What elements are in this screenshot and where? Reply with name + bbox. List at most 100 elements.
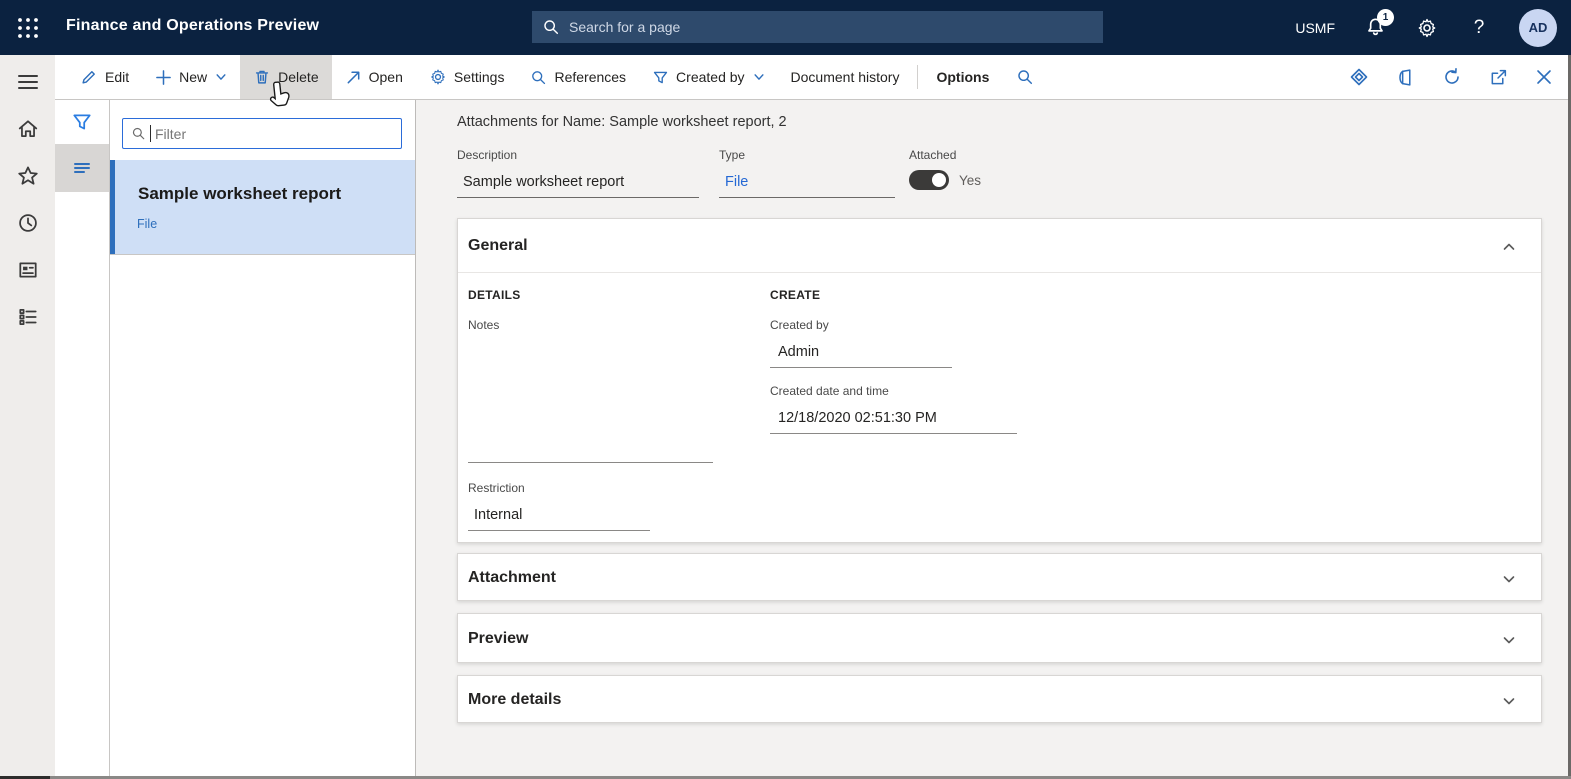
attachments-tool-column bbox=[55, 100, 110, 776]
chevron-up-icon[interactable] bbox=[1502, 240, 1516, 254]
avatar[interactable]: AD bbox=[1519, 8, 1557, 47]
search-icon bbox=[530, 69, 547, 86]
document-history-button[interactable]: Document history bbox=[778, 55, 913, 99]
attached-state-text: Yes bbox=[959, 173, 982, 188]
general-section-title: General bbox=[468, 237, 528, 254]
nav-recent-button[interactable] bbox=[13, 208, 43, 238]
preview-section-card: Preview bbox=[457, 613, 1542, 663]
type-underline bbox=[719, 197, 895, 198]
nav-workspaces-button[interactable] bbox=[13, 255, 43, 285]
open-in-office-button[interactable] bbox=[1396, 68, 1415, 87]
find-button[interactable] bbox=[1002, 68, 1048, 86]
form-window-icon bbox=[17, 259, 39, 281]
created-datetime-value[interactable]: 12/18/2020 02:51:30 PM bbox=[778, 410, 937, 426]
more-details-section-card: More details bbox=[457, 675, 1542, 723]
restriction-label: Restriction bbox=[468, 481, 525, 495]
references-button[interactable]: References bbox=[517, 55, 639, 99]
app-launcher-button[interactable] bbox=[0, 0, 55, 55]
open-in-new-window-icon bbox=[1489, 68, 1508, 87]
question-mark-icon: ? bbox=[1473, 16, 1485, 38]
restriction-value[interactable]: Internal bbox=[474, 507, 522, 523]
description-underline bbox=[457, 197, 699, 198]
open-in-new-window-button[interactable] bbox=[1489, 68, 1508, 87]
created-by-value[interactable]: Admin bbox=[778, 344, 819, 360]
search-icon bbox=[542, 18, 560, 36]
selection-accent-bar bbox=[110, 160, 115, 254]
chevron-down-icon[interactable] bbox=[1502, 572, 1516, 586]
toggle-knob bbox=[932, 173, 946, 187]
action-bar-left: Edit New Delete Open Settings References… bbox=[55, 55, 1048, 99]
trash-icon bbox=[253, 68, 271, 86]
settings-button[interactable] bbox=[1415, 16, 1439, 40]
chevron-down-icon[interactable] bbox=[1502, 694, 1516, 708]
notification-badge: 1 bbox=[1377, 8, 1394, 26]
attachment-details-pane: Attachments for Name: Sample worksheet r… bbox=[416, 100, 1571, 776]
filter-panel-button[interactable] bbox=[71, 111, 93, 133]
attached-toggle[interactable] bbox=[909, 170, 949, 190]
type-value-link[interactable]: File bbox=[725, 174, 748, 190]
attachments-list-panel: Sample worksheet report File bbox=[110, 100, 416, 776]
plus-icon bbox=[155, 69, 172, 86]
action-bar-divider bbox=[917, 65, 919, 89]
global-search-input[interactable] bbox=[569, 19, 1093, 35]
filter-box[interactable] bbox=[122, 118, 402, 149]
company-selector[interactable]: USMF bbox=[1295, 20, 1335, 36]
attachment-section-header[interactable]: Attachment bbox=[458, 554, 1541, 602]
created-datetime-underline bbox=[770, 433, 1017, 434]
nav-menu-button[interactable] bbox=[13, 67, 43, 97]
open-button[interactable]: Open bbox=[332, 55, 416, 99]
nav-favorites-button[interactable] bbox=[13, 161, 43, 191]
description-value[interactable]: Sample worksheet report bbox=[463, 174, 624, 190]
gear-icon bbox=[429, 68, 447, 86]
refresh-button[interactable] bbox=[1442, 67, 1462, 87]
power-apps-diamond-icon bbox=[1349, 67, 1369, 87]
nav-home-button[interactable] bbox=[13, 114, 43, 144]
created-by-filter-button[interactable]: Created by bbox=[639, 55, 777, 99]
attachment-section-title: Attachment bbox=[468, 569, 557, 586]
action-bar-right bbox=[1349, 67, 1571, 87]
list-item-subtitle: File bbox=[137, 217, 158, 231]
app-title: Finance and Operations Preview bbox=[66, 17, 320, 34]
edit-button[interactable]: Edit bbox=[67, 55, 142, 99]
waffle-icon bbox=[17, 17, 39, 39]
attachment-section-card: Attachment bbox=[457, 553, 1542, 601]
chevron-down-icon bbox=[215, 71, 227, 83]
global-search[interactable] bbox=[532, 11, 1103, 43]
power-apps-button[interactable] bbox=[1349, 67, 1369, 87]
new-button[interactable]: New bbox=[142, 55, 240, 99]
hamburger-icon bbox=[17, 73, 39, 91]
chevron-down-icon[interactable] bbox=[1502, 633, 1516, 647]
more-details-section-title: More details bbox=[468, 691, 562, 708]
refresh-icon bbox=[1442, 67, 1462, 87]
list-lines-icon bbox=[71, 158, 93, 178]
preview-section-header[interactable]: Preview bbox=[458, 614, 1541, 664]
filter-input[interactable] bbox=[155, 125, 393, 142]
settings-menu-button[interactable]: Settings bbox=[416, 55, 518, 99]
details-group-heading: DETAILS bbox=[468, 288, 521, 302]
action-bar: Edit New Delete Open Settings References… bbox=[55, 55, 1571, 100]
nav-modules-button[interactable] bbox=[13, 302, 43, 332]
search-icon bbox=[131, 126, 146, 141]
clock-icon bbox=[17, 212, 39, 234]
general-section-header[interactable]: General bbox=[458, 219, 1541, 273]
create-group-heading: CREATE bbox=[770, 288, 821, 302]
more-details-section-header[interactable]: More details bbox=[458, 676, 1541, 724]
pencil-icon bbox=[80, 68, 98, 86]
search-icon bbox=[1016, 68, 1034, 86]
open-arrow-icon bbox=[345, 69, 362, 86]
delete-button[interactable]: Delete bbox=[240, 55, 332, 99]
notes-label: Notes bbox=[468, 318, 500, 332]
notes-underline bbox=[468, 462, 713, 463]
topbar-right-cluster: USMF 1 ? AD bbox=[1295, 0, 1557, 55]
options-button[interactable]: Options bbox=[923, 55, 1002, 99]
top-navigation-bar: Finance and Operations Preview USMF 1 bbox=[0, 0, 1571, 55]
help-button[interactable]: ? bbox=[1467, 16, 1491, 40]
list-item-title: Sample worksheet report bbox=[138, 184, 342, 203]
list-item[interactable]: Sample worksheet report File bbox=[110, 160, 415, 255]
notifications-button[interactable]: 1 bbox=[1363, 8, 1394, 40]
funnel-icon bbox=[652, 69, 669, 86]
funnel-icon bbox=[71, 111, 93, 133]
description-label: Description bbox=[457, 148, 518, 162]
list-view-toggle-button[interactable] bbox=[55, 144, 109, 192]
close-button[interactable] bbox=[1535, 68, 1553, 86]
